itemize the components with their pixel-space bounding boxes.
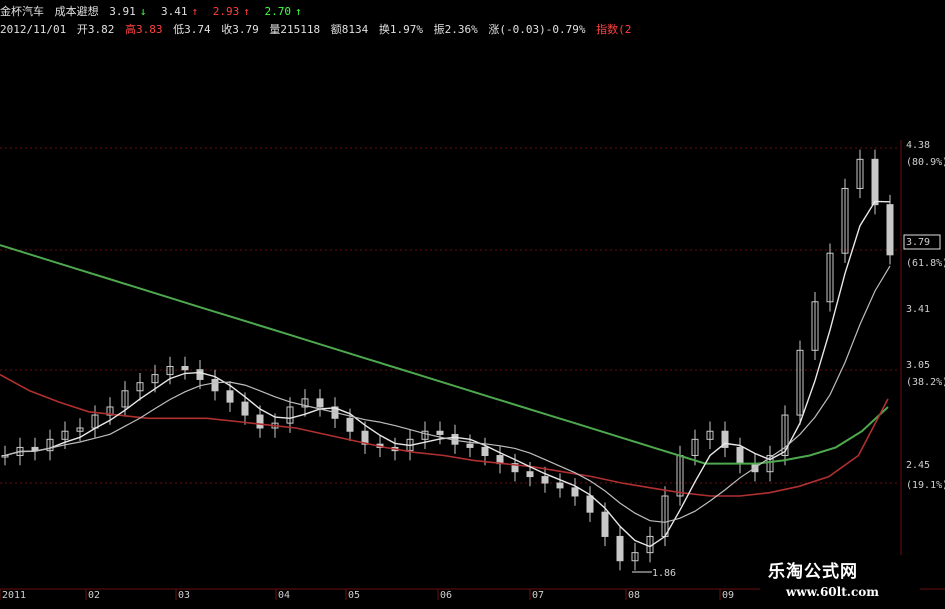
time-axis-label: 05 (348, 590, 360, 601)
time-axis-label: 02 (88, 590, 100, 601)
candle-body (871, 158, 879, 206)
candle-body (181, 366, 189, 371)
indicator-name[interactable]: 成本避想 (55, 5, 99, 18)
time-axis-label: 2011 (2, 590, 26, 601)
candle-body (211, 378, 219, 392)
time-axis-label: 03 (178, 590, 190, 601)
price-axis-label: (80.9%) (906, 157, 945, 168)
candle-body (466, 443, 474, 448)
time-axis-label: 08 (628, 590, 640, 601)
stock-name[interactable]: 金杯汽车 (0, 5, 44, 18)
quote-row-bottom: 2012/11/01 开3.82 高3.83 低3.74 收3.79 量2151… (0, 21, 635, 39)
candle-body (736, 446, 744, 465)
price-grid (0, 140, 902, 600)
arrow-down-icon: ↓ (139, 5, 147, 18)
low-price: 低3.74 (173, 23, 211, 36)
candle-body (436, 430, 444, 435)
volume: 量215118 (269, 23, 321, 36)
price-axis: 4.38 (80.9%) 3.79 (61.8%) 3.41 3.05 (38.2%) 2.4… (903, 140, 945, 491)
price-axis-label: 3.05 (906, 360, 930, 371)
time-axis-label: 06 (440, 590, 452, 601)
candle-body (481, 446, 489, 457)
price-axis-label: 3.79 (906, 237, 930, 248)
candle-body (196, 369, 204, 380)
candle-body (886, 204, 894, 256)
moving-average-white-2 (4, 265, 891, 523)
moving-average-green (0, 244, 889, 465)
price-axis-label: 4.38 (906, 140, 930, 151)
amplitude: 振2.36% (433, 23, 478, 36)
kline-chart[interactable]: 4.38 (80.9%) 3.79 (61.8%) 3.41 3.05 (38.2%) 2.4… (0, 0, 945, 609)
arrow-up-icon: ↑ (295, 5, 302, 18)
candle-body (586, 495, 594, 513)
time-axis-label: 07 (532, 590, 544, 601)
time-axis-label: 09 (722, 590, 734, 601)
quote-date: 2012/11/01 (0, 23, 67, 36)
candlesticks (1, 149, 894, 571)
low-price-label: 1.86 (652, 568, 676, 579)
candle-body (571, 487, 579, 497)
change: 涨(-0.03)-0.79% (488, 23, 586, 36)
price-axis-label: 3.41 (906, 304, 930, 315)
candle-body (526, 471, 534, 478)
candle-body (541, 476, 549, 484)
value-3: 2.93 ↑ (212, 5, 250, 18)
turnover: 换1.97% (378, 23, 423, 36)
value-2: 3.41 ↑ (161, 5, 199, 18)
candle-body (226, 390, 234, 403)
candle-body (616, 535, 624, 562)
watermark-title: 乐淘公式网 (768, 562, 858, 582)
value-1: 3.91 ↓ (109, 5, 147, 18)
price-axis-label: (61.8%) (906, 258, 945, 269)
high-price: 高3.83 (124, 23, 163, 36)
time-axis-label: 04 (278, 590, 290, 601)
watermark-url: www.60lt.com (786, 585, 879, 599)
amount: 额8134 (330, 23, 369, 36)
candle-body (316, 398, 324, 408)
arrow-up-icon: ↑ (243, 5, 250, 18)
quote-row-top: 金杯汽车 成本避想 3.91 ↓ 3.41 ↑ 2.93 ↑ 2.70 ↑ (0, 3, 310, 21)
price-axis-label: (38.2%) (906, 377, 945, 388)
candle-body (241, 401, 249, 416)
watermark-logo: 乐淘公式网 www.60lt.com (760, 555, 920, 605)
open-price: 开3.82 (76, 23, 115, 36)
arrow-up-icon: ↑ (191, 5, 199, 18)
close-price: 收3.79 (221, 23, 259, 36)
candle-body (556, 482, 564, 489)
price-axis-label: 2.45 (906, 460, 930, 471)
index-link[interactable]: 指数(2 (596, 23, 631, 36)
price-axis-label: (19.1%) (906, 480, 945, 491)
candle-body (256, 414, 264, 429)
quote-info-bar: 金杯汽车 成本避想 3.91 ↓ 3.41 ↑ 2.93 ↑ 2.70 ↑ 2012/1… (0, 0, 631, 42)
candle-body (346, 417, 354, 432)
value-4: 2.70 ↑ (264, 5, 302, 18)
low-marker: 1.86 (632, 568, 676, 579)
candle-body (601, 511, 609, 537)
